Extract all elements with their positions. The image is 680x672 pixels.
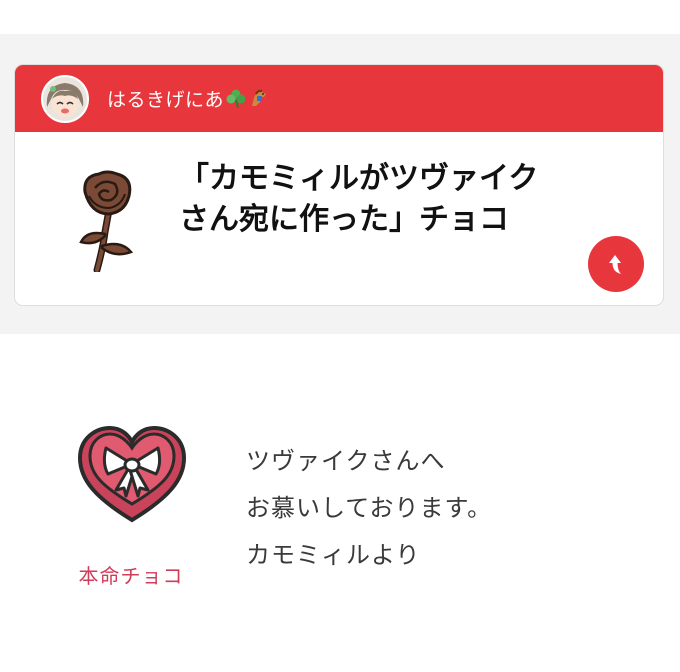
message-line: カモミィルより (246, 541, 421, 569)
choco-type-label: 本命チョコ (78, 564, 184, 588)
avatar-girl-icon (43, 76, 87, 121)
heart-gift-box-icon (77, 425, 187, 523)
item-name: 「カモミィルがツヴァイクさん宛に作った」チョコ (179, 161, 539, 237)
card-header: はるきげにあ (15, 65, 663, 132)
message-line: ツヴァイクさんへ (246, 447, 446, 475)
username[interactable]: はるきげにあ (107, 85, 224, 112)
share-button[interactable] (588, 236, 644, 292)
clover-icon (226, 89, 246, 108)
share-arrow-icon (609, 255, 621, 274)
horse-icon (252, 89, 267, 106)
card-body: 「カモミィルがツヴァイクさん宛に作った」チョコ (15, 132, 663, 305)
message-text: ツヴァイクさんへ お慕いしております。 カモミィルより (246, 438, 492, 579)
chocolate-rose-icon (79, 170, 134, 272)
message-line: お慕いしております。 (246, 494, 493, 522)
avatar[interactable] (41, 74, 89, 123)
item-card: はるきげにあ 「カモミィルがツヴァイクさん宛に作った」チョコ (14, 64, 664, 306)
